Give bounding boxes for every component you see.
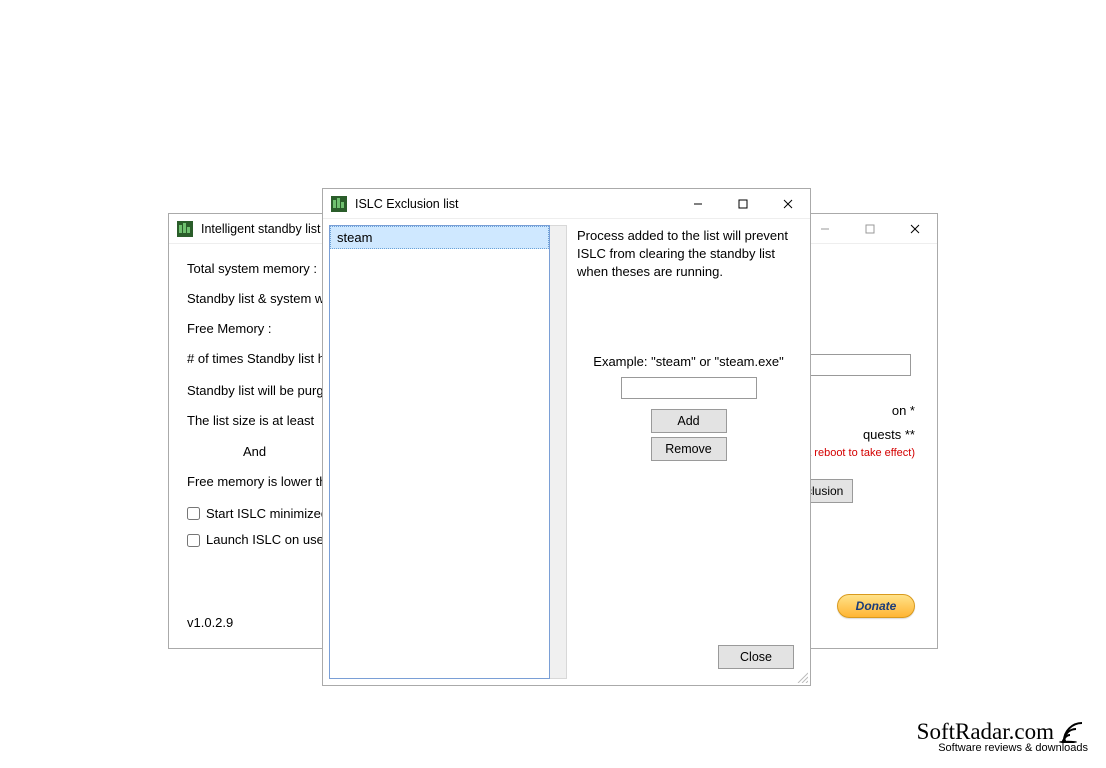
close-dialog-button[interactable]: Close — [718, 645, 794, 669]
maximize-button[interactable] — [720, 189, 765, 219]
close-button[interactable] — [765, 189, 810, 219]
watermark-brand: SoftRadar.com — [917, 715, 1088, 743]
version-label: v1.0.2.9 — [187, 612, 233, 634]
process-name-input[interactable] — [621, 377, 757, 399]
app-icon — [177, 221, 193, 237]
checkbox-start-minimized-label: Start ISLC minimized — [206, 503, 328, 525]
checkbox-start-minimized-input[interactable] — [187, 507, 200, 520]
exclusion-body: steam Process added to the list will pre… — [323, 219, 810, 685]
scrollbar[interactable] — [550, 225, 567, 679]
close-button[interactable] — [892, 214, 937, 244]
radar-icon — [1058, 715, 1088, 743]
donate-button[interactable]: Donate — [837, 594, 915, 618]
partial-text-quests: quests ** — [863, 424, 915, 446]
minimize-button[interactable] — [675, 189, 720, 219]
add-button-label: Add — [677, 414, 699, 428]
exclusion-title: ISLC Exclusion list — [355, 197, 459, 211]
exclusion-listbox[interactable]: steam — [329, 225, 550, 679]
add-button[interactable]: Add — [651, 409, 727, 433]
checkbox-launch-logon-input[interactable] — [187, 534, 200, 547]
close-dialog-label: Close — [740, 650, 772, 664]
main-window-controls — [802, 214, 937, 244]
checkbox-start-minimized[interactable]: Start ISLC minimized — [187, 503, 328, 525]
exclusion-window-controls — [675, 189, 810, 219]
watermark-tagline: Software reviews & downloads — [917, 743, 1088, 754]
donate-button-label: Donate — [856, 596, 897, 616]
exclusion-titlebar: ISLC Exclusion list — [323, 189, 810, 219]
app-icon — [331, 196, 347, 212]
exclusion-listbox-wrap: steam — [329, 225, 567, 679]
remove-button[interactable]: Remove — [651, 437, 727, 461]
exclusion-example: Example: "steam" or "steam.exe" — [577, 354, 800, 369]
partial-text-on: on * — [892, 400, 915, 422]
watermark: SoftRadar.com Software reviews & downloa… — [917, 715, 1088, 754]
exclusion-description: Process added to the list will prevent I… — [577, 227, 800, 282]
exclusion-right-pane: Process added to the list will prevent I… — [573, 225, 804, 679]
resize-grip-icon[interactable] — [794, 669, 808, 683]
maximize-button[interactable] — [847, 214, 892, 244]
exclusion-window: ISLC Exclusion list steam Process added … — [322, 188, 811, 686]
partial-input[interactable] — [803, 354, 911, 376]
remove-button-label: Remove — [665, 442, 712, 456]
exclusion-buttons: Add Remove — [577, 409, 800, 461]
watermark-brand-text: SoftRadar.com — [917, 720, 1054, 743]
list-item[interactable]: steam — [330, 226, 549, 249]
